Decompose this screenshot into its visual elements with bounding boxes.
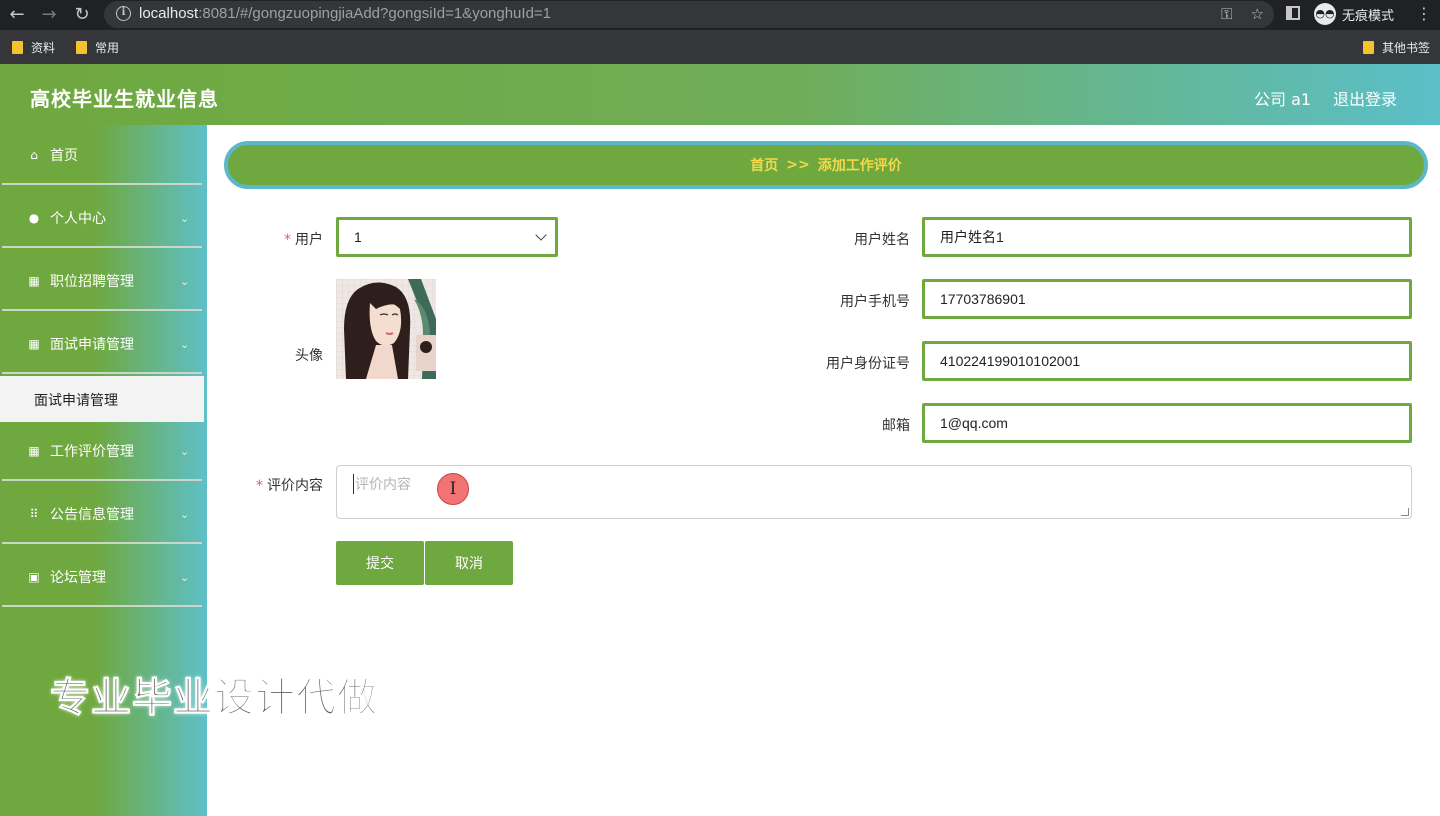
sidebar-item-interviews[interactable]: ▦ 面试申请管理 ⌄: [0, 314, 202, 374]
sidebar-item-evaluations[interactable]: ▦ 工作评价管理 ⌄: [0, 421, 202, 481]
grid-icon: ▦: [28, 274, 40, 288]
app-header: 高校毕业生就业信息 公司 a1 退出登录: [0, 64, 1440, 125]
forward-icon[interactable]: →: [38, 4, 60, 26]
name-label: 用户姓名: [854, 232, 910, 248]
sidebar-item-forum[interactable]: ▣ 论坛管理 ⌄: [0, 547, 202, 607]
folder-icon: [76, 41, 87, 54]
breadcrumb-home[interactable]: 首页: [750, 155, 778, 175]
breadcrumb-current: 添加工作评价: [817, 158, 902, 174]
sidebar-subitem-interviews[interactable]: 面试申请管理: [0, 376, 204, 422]
site-info-icon[interactable]: i: [116, 6, 131, 21]
id-number-field[interactable]: 410224199010102001: [922, 341, 1412, 381]
address-bar[interactable]: i localhost:8081/#/gongzuopingjiaAdd?gon…: [104, 1, 1274, 28]
reload-icon[interactable]: ↻: [71, 4, 93, 26]
user-select[interactable]: 1: [336, 217, 558, 257]
required-marker: *: [256, 478, 263, 494]
home-icon: ⌂: [30, 148, 38, 162]
user-label: * 用户: [284, 232, 323, 248]
address-bar-actions: ⚿ ☆: [1203, 5, 1264, 23]
breadcrumb: 首页 >> 添加工作评价: [224, 141, 1428, 189]
side-panel-icon[interactable]: [1286, 6, 1300, 20]
browser-toolbar: ← → ↻ i localhost:8081/#/gongzuopingjiaA…: [0, 0, 1440, 30]
breadcrumb-separator: >>: [786, 157, 810, 173]
content-placeholder: 评价内容: [353, 474, 411, 494]
incognito-indicator[interactable]: ◓◓ 无痕模式: [1314, 3, 1394, 25]
cancel-button[interactable]: 取消: [425, 541, 513, 585]
bookmark-folder[interactable]: 常用: [76, 39, 119, 56]
chevron-down-icon: ⌄: [180, 570, 190, 584]
chevron-down-icon: ⌄: [180, 274, 190, 288]
email-label: 邮箱: [882, 418, 910, 434]
content-label: * 评价内容: [256, 478, 323, 494]
user-icon: ●: [28, 211, 40, 225]
watermark-text: 专业毕业设计代做: [50, 675, 378, 722]
submit-button[interactable]: 提交: [336, 541, 424, 585]
url-text[interactable]: localhost:8081/#/gongzuopingjiaAdd?gongs…: [139, 5, 551, 22]
star-icon[interactable]: ☆: [1251, 5, 1264, 23]
apps-icon: ⠿: [29, 507, 39, 521]
folder-icon: [1363, 41, 1374, 54]
incognito-icon: ◓◓: [1314, 3, 1336, 25]
bookmark-folder[interactable]: 资料: [12, 39, 55, 56]
phone-label: 用户手机号: [840, 294, 910, 310]
grid-icon: ▦: [28, 337, 40, 351]
grid-icon: ▦: [28, 444, 40, 458]
chevron-down-icon: ⌄: [180, 211, 190, 225]
sidebar-item-home[interactable]: ⌂ 首页: [0, 125, 202, 185]
id-number-label: 用户身份证号: [826, 356, 910, 372]
chevron-down-icon: ⌄: [180, 444, 190, 458]
current-user: 公司 a1: [1254, 90, 1312, 109]
chevron-down-icon: [535, 229, 547, 241]
required-marker: *: [284, 232, 291, 248]
browser-menu-icon[interactable]: ⋮: [1416, 4, 1432, 23]
sidebar-item-notices[interactable]: ⠿ 公告信息管理 ⌄: [0, 484, 202, 544]
content-textarea[interactable]: 评价内容: [336, 465, 1412, 519]
avatar-image: [336, 279, 436, 379]
logout-link[interactable]: 退出登录: [1333, 86, 1397, 110]
sidebar-item-jobs[interactable]: ▦ 职位招聘管理 ⌄: [0, 251, 202, 311]
key-icon[interactable]: ⚿: [1221, 5, 1232, 23]
resize-handle[interactable]: [1401, 508, 1409, 516]
chevron-down-icon: ⌄: [180, 507, 190, 521]
name-field[interactable]: 用户姓名1: [922, 217, 1412, 257]
sidebar-item-profile[interactable]: ● 个人中心 ⌄: [0, 188, 202, 248]
other-bookmarks[interactable]: 其他书签: [1363, 39, 1430, 56]
back-icon[interactable]: ←: [6, 4, 28, 26]
phone-field[interactable]: 17703786901: [922, 279, 1412, 319]
email-field[interactable]: 1@qq.com: [922, 403, 1412, 443]
text-cursor-icon: I: [437, 473, 469, 505]
avatar-label: 头像: [295, 348, 323, 364]
bookmarks-bar: 资料 常用 其他书签: [0, 30, 1440, 64]
clipboard-icon: ▣: [28, 570, 40, 584]
chevron-down-icon: ⌄: [180, 337, 190, 351]
app-title: 高校毕业生就业信息: [30, 87, 219, 111]
folder-icon: [12, 41, 23, 54]
